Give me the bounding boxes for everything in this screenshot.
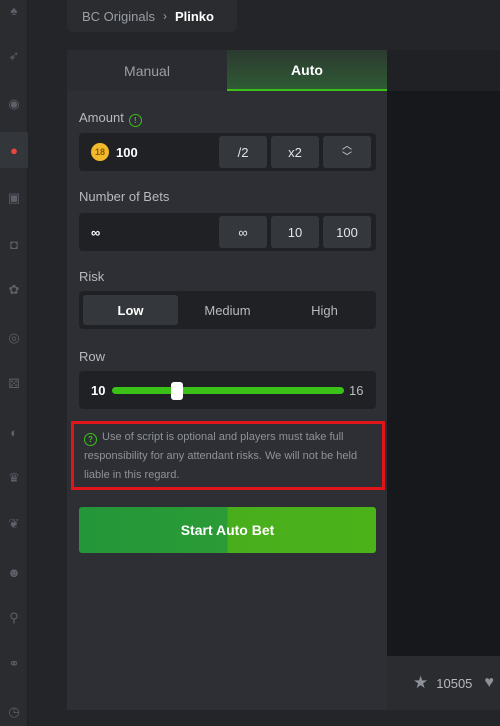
chevron-up-icon: ︿	[342, 141, 352, 152]
warning-text: Use of script is optional and players mu…	[84, 431, 358, 481]
target-icon[interactable]: ◎	[0, 320, 28, 356]
half-amount-button[interactable]: /2	[219, 136, 267, 168]
lamp-icon[interactable]: ⚲	[0, 600, 28, 636]
coin-flip-icon[interactable]: ⚭	[0, 646, 28, 682]
risk-label: Risk	[79, 269, 105, 284]
box-icon[interactable]: ◘	[0, 226, 28, 262]
bets-field[interactable]: ∞ ∞ 10 100	[79, 213, 376, 251]
risk-medium-option[interactable]: Medium	[180, 295, 275, 325]
risk-high-option[interactable]: High	[277, 295, 372, 325]
amount-label: Amount	[79, 110, 124, 125]
favorites-count: 10505	[436, 675, 473, 691]
bet-panel: Manual Auto Amount! 18 100 /2 x2 ︿ ﹀ Num…	[67, 50, 387, 710]
game-footer-bar: ★ 10505 ♥	[387, 656, 500, 710]
coin-icon: 18	[91, 143, 109, 161]
dice-icon[interactable]: ⚄	[0, 366, 28, 402]
spade-icon[interactable]: ♠	[0, 0, 28, 28]
ball-icon[interactable]: ◐	[0, 414, 28, 450]
bets-100-button[interactable]: 100	[323, 216, 371, 248]
star-icon[interactable]: ★	[413, 673, 428, 693]
fruit-icon[interactable]: ❦	[0, 506, 28, 542]
slot-icon[interactable]: ▣	[0, 180, 28, 216]
start-auto-bet-button[interactable]: Start Auto Bet	[79, 507, 376, 553]
row-label: Row	[79, 349, 106, 364]
row-slider-thumb[interactable]	[171, 382, 183, 400]
row-max-label: 16	[349, 382, 364, 398]
breadcrumb-parent-link[interactable]: BC Originals	[82, 9, 155, 24]
game-board-header	[387, 50, 500, 91]
chevron-right-icon: ›	[162, 9, 167, 23]
rocket-icon[interactable]: ➶	[0, 38, 28, 74]
crown-icon[interactable]: ♛	[0, 460, 28, 496]
risk-selector: Low Medium High	[79, 291, 376, 329]
script-warning: ? Use of script is optional and players m…	[71, 421, 385, 490]
amount-label-row: Amount!	[79, 110, 142, 127]
bets-label: Number of Bets	[79, 189, 170, 204]
tab-manual[interactable]: Manual	[67, 50, 227, 91]
amount-input[interactable]: 100	[116, 145, 138, 160]
double-amount-button[interactable]: x2	[271, 136, 319, 168]
poker-chip-icon[interactable]: ✿	[0, 272, 28, 308]
help-icon: ?	[84, 433, 97, 446]
bets-input[interactable]: ∞	[91, 213, 100, 251]
breadcrumb-current: Plinko	[174, 8, 214, 24]
plinko-icon[interactable]: ●	[0, 132, 28, 168]
bets-10-button[interactable]: 10	[271, 216, 319, 248]
tab-auto[interactable]: Auto	[227, 50, 387, 91]
roulette-icon[interactable]: ◉	[0, 86, 28, 122]
breadcrumb: BC Originals › Plinko	[67, 0, 237, 32]
mode-tabs: Manual Auto	[67, 50, 387, 91]
chevron-down-icon: ﹀	[342, 152, 352, 163]
clock-icon[interactable]: ◷	[0, 694, 28, 726]
row-value: 10	[91, 382, 106, 398]
amount-range-button[interactable]: ︿ ﹀	[323, 136, 371, 168]
heart-icon[interactable]: ♥	[484, 674, 494, 692]
sidebar: ♠ ➶ ◉ ● ▣ ◘ ✿ ◎ ⚄ ◐ ♛ ❦ ☻ ⚲ ⚭ ◷	[0, 0, 28, 726]
risk-low-option[interactable]: Low	[83, 295, 178, 325]
bets-infinite-button[interactable]: ∞	[219, 216, 267, 248]
row-slider-track[interactable]	[112, 382, 344, 400]
game-board-area	[387, 50, 500, 656]
mask-icon[interactable]: ☻	[0, 554, 28, 590]
amount-field[interactable]: 18 100 /2 x2 ︿ ﹀	[79, 133, 376, 171]
row-slider-field: 10 16	[79, 371, 376, 409]
info-icon[interactable]: !	[128, 114, 142, 127]
